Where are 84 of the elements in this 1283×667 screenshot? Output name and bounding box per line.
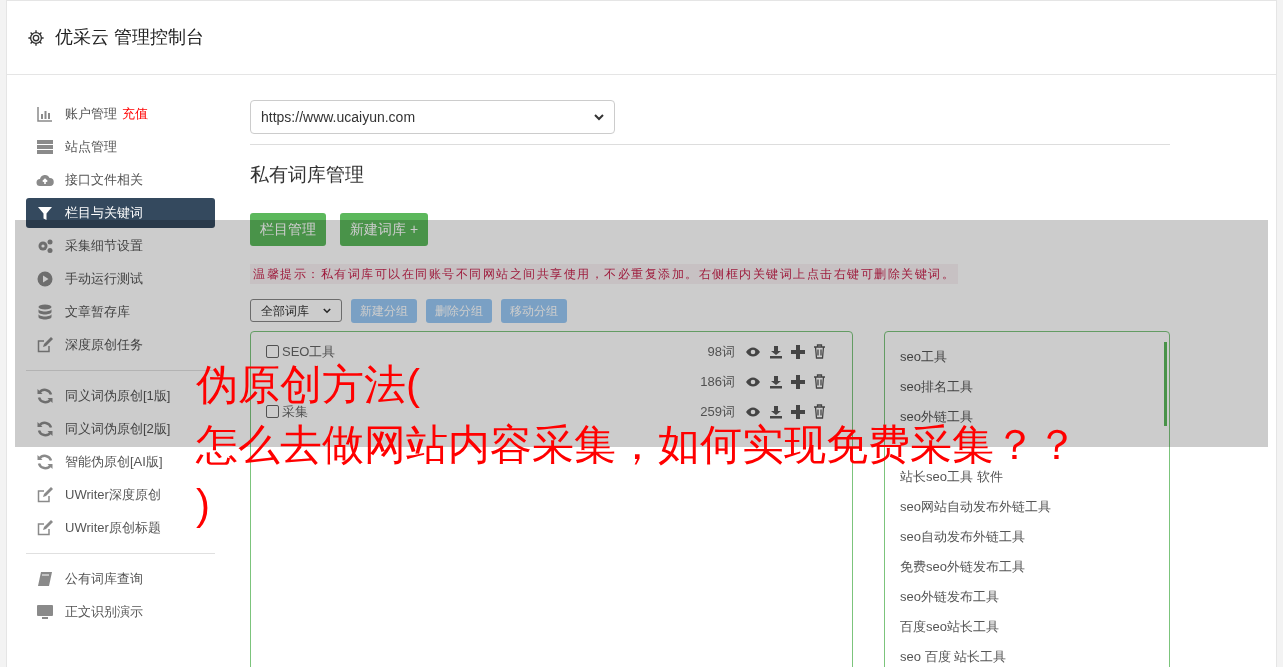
sidebar-label: 深度原创任务	[65, 336, 143, 355]
eye-icon[interactable]	[745, 375, 761, 388]
edit-icon	[36, 486, 54, 504]
book-icon	[36, 570, 54, 588]
console-title: 优采云 管理控制台	[55, 26, 204, 49]
trash-icon[interactable]	[813, 374, 826, 389]
sidebar-item[interactable]: 深度原创任务	[26, 330, 153, 360]
settings-icon	[27, 28, 45, 47]
sidebar-label: 账户管理	[65, 105, 117, 124]
bar-chart-icon	[36, 105, 54, 123]
trash-icon[interactable]	[813, 344, 826, 359]
server-icon	[36, 138, 54, 156]
refresh-icon	[36, 387, 54, 405]
plus-icon[interactable]	[791, 374, 805, 389]
download-icon[interactable]	[769, 374, 783, 389]
sidebar-item[interactable]: 文章暂存库	[26, 297, 140, 327]
monitor-icon	[36, 603, 54, 621]
word-count: 259词	[700, 402, 735, 421]
sidebar-label: 站点管理	[65, 138, 117, 157]
overlay-title-line: )	[196, 484, 210, 526]
sidebar-item[interactable]: UWriter深度原创	[26, 480, 171, 510]
sidebar-item[interactable]: 同义词伪原创[2版]	[26, 414, 181, 444]
keyword-item[interactable]: seo 百度 站长工具	[900, 646, 1007, 667]
site-select[interactable]: https://www.ucaiyun.com	[250, 100, 615, 134]
sidebar-item[interactable]: 公有词库查询	[26, 564, 153, 594]
keyword-item[interactable]: seo自动发布外链工具	[900, 526, 1025, 547]
word-count: 98词	[707, 342, 735, 361]
refresh-icon	[36, 453, 54, 471]
overlay-title-line: 伪原创方法(	[196, 364, 420, 406]
chevron-down-icon	[323, 307, 331, 314]
keyword-item[interactable]: 站长seo工具 软件	[900, 466, 1003, 487]
word-count: 186词	[700, 372, 735, 391]
tip-text: 温馨提示：私有词库可以在同账号不同网站之间共享使用，不必重复添加。右侧框内关键词上点击右键可删除关键词。	[250, 263, 958, 284]
checkbox[interactable]	[266, 345, 279, 358]
trash-icon[interactable]	[813, 404, 826, 419]
keyword-item[interactable]: seo工具	[900, 346, 947, 367]
edit-icon	[36, 519, 54, 537]
sidebar-item[interactable]: 栏目与关键词	[26, 198, 215, 228]
download-icon[interactable]	[769, 344, 783, 359]
section-heading: 私有词库管理	[250, 163, 365, 187]
sidebar-label: 同义词伪原创[2版]	[65, 420, 171, 439]
library-select[interactable]: 全部词库	[250, 299, 342, 322]
sidebar-label: 栏目与关键词	[65, 204, 143, 223]
keyword-item[interactable]: seo网站自动发布外链工具	[900, 496, 1051, 517]
sidebar-item[interactable]: 采集细节设置	[26, 231, 153, 261]
plus-icon[interactable]	[791, 344, 805, 359]
sidebar-label: 手动运行测试	[65, 270, 143, 289]
sidebar-item[interactable]: 账户管理 充值	[26, 99, 158, 129]
refresh-icon	[36, 420, 54, 438]
gears-icon	[36, 237, 54, 255]
keyword-item[interactable]: 免费seo外链发布工具	[900, 556, 1025, 577]
sidebar-item[interactable]: UWriter原创标题	[26, 513, 171, 543]
edit-icon	[36, 336, 54, 354]
scrollbar-thumb[interactable]	[1164, 341, 1167, 426]
play-icon	[36, 270, 54, 288]
plus-icon[interactable]	[791, 404, 805, 419]
sidebar-label: 采集细节设置	[65, 237, 143, 256]
sidebar-label: 正文识别演示	[65, 603, 143, 622]
download-icon[interactable]	[769, 404, 783, 419]
sidebar-item[interactable]: 正文识别演示	[26, 597, 153, 627]
keyword-item[interactable]: 百度seo站长工具	[900, 616, 999, 637]
sidebar-item[interactable]: 接口文件相关	[26, 165, 153, 195]
checkbox[interactable]	[266, 405, 279, 418]
sidebar-item[interactable]: 智能伪原创[AI版]	[26, 447, 173, 477]
sidebar-item[interactable]: 站点管理	[26, 132, 127, 162]
overlay-title-line: 怎么去做网站内容采集，如何实现免费采集？？	[196, 424, 1078, 466]
library-name[interactable]: SEO工具	[282, 341, 336, 362]
keyword-item[interactable]: seo排名工具	[900, 376, 973, 397]
eye-icon[interactable]	[745, 405, 761, 418]
database-icon	[36, 303, 54, 321]
sidebar-label: 文章暂存库	[65, 303, 130, 322]
sidebar-item[interactable]: 手动运行测试	[26, 264, 153, 294]
filter-icon	[36, 204, 54, 222]
sidebar-label: UWriter深度原创	[65, 486, 161, 505]
recharge-link[interactable]: 充值	[122, 104, 148, 124]
sidebar-label: 公有词库查询	[65, 570, 143, 589]
sidebar-label: 智能伪原创[AI版]	[65, 453, 163, 472]
keyword-item[interactable]: seo外链发布工具	[900, 586, 999, 607]
chevron-down-icon	[594, 113, 604, 121]
sidebar-label: 同义词伪原创[1版]	[65, 387, 171, 406]
sidebar-label: UWriter原创标题	[65, 519, 161, 538]
sidebar-item[interactable]: 同义词伪原创[1版]	[26, 381, 181, 411]
sidebar-label: 接口文件相关	[65, 171, 143, 190]
eye-icon[interactable]	[745, 345, 761, 358]
